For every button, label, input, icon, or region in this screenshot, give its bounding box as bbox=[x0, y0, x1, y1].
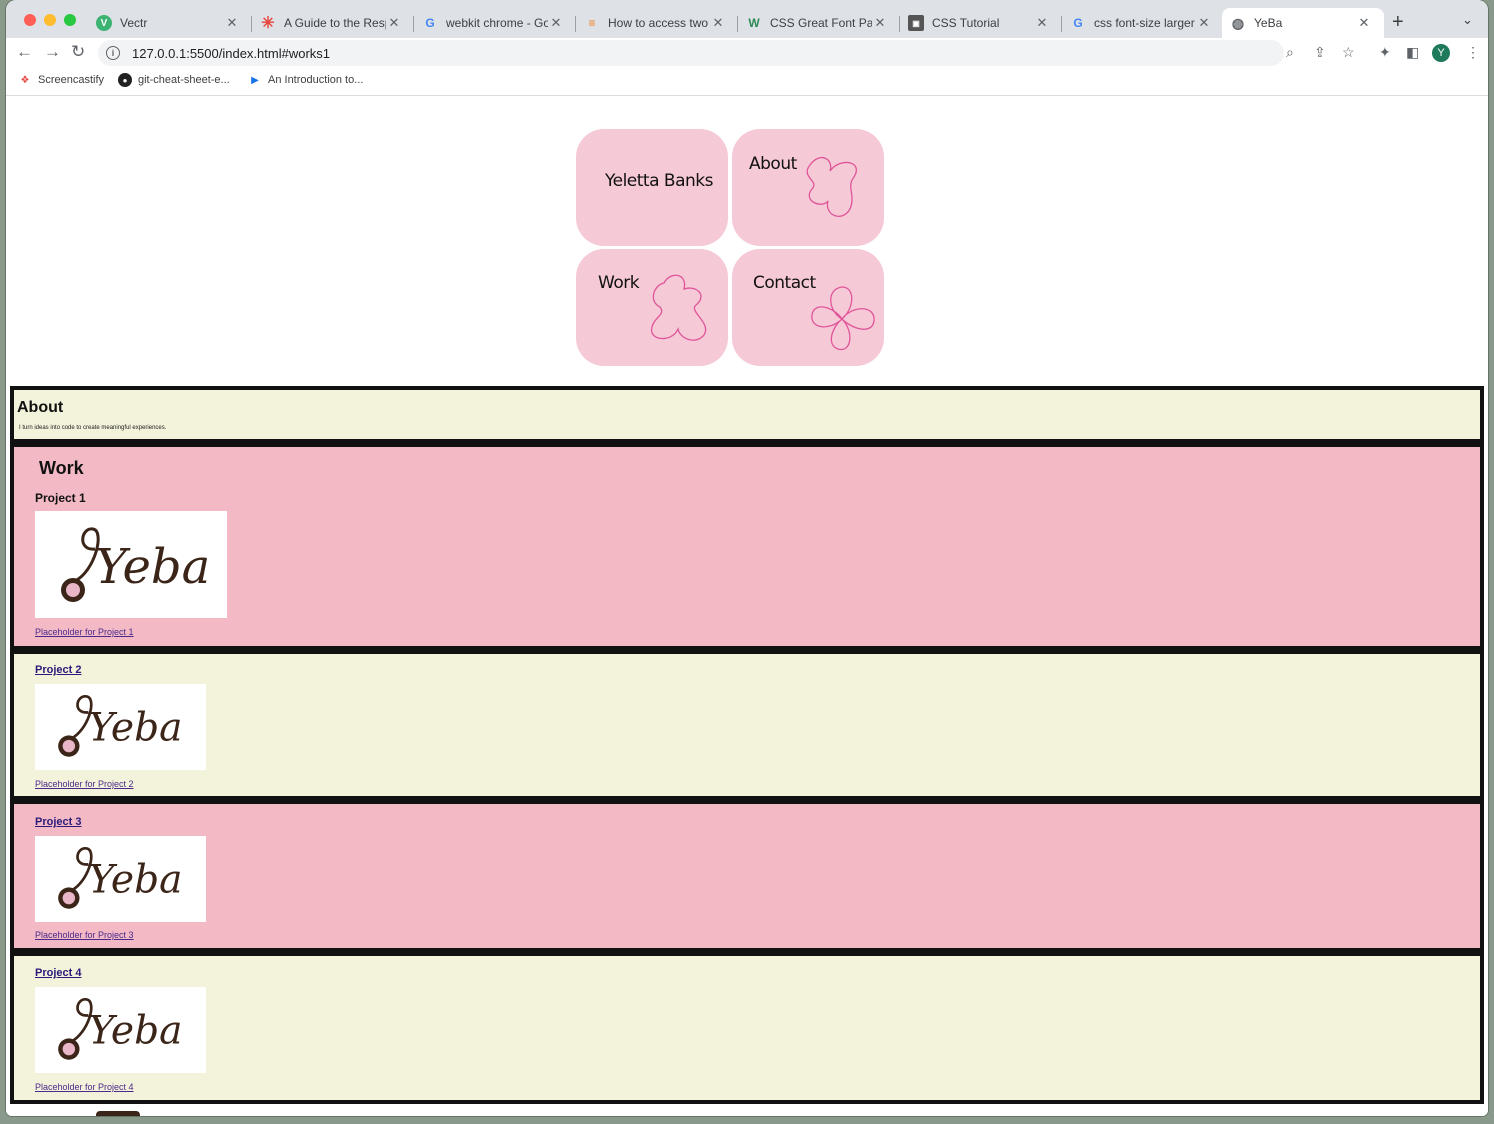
project-3-link[interactable]: Placeholder for Project 3 bbox=[35, 930, 134, 940]
bookmark-introduction[interactable]: ▶ An Introduction to... bbox=[248, 73, 363, 87]
project-3-logo: Yeba bbox=[35, 836, 206, 922]
nav-work-label: Work bbox=[598, 273, 640, 293]
tab-css-tutorial[interactable]: ▣ CSS Tutorial ✕ bbox=[900, 8, 1062, 38]
work-heading: Work bbox=[39, 458, 84, 478]
yeba-logo-icon: Yeba bbox=[58, 847, 182, 909]
url-text[interactable]: 127.0.0.1:5500/index.html#works1 bbox=[132, 46, 330, 61]
site-name: Yeletta Banks bbox=[605, 171, 713, 191]
partial-logo bbox=[96, 1111, 140, 1116]
bookmark-git-cheat-sheet[interactable]: ● git-cheat-sheet-e... bbox=[118, 73, 230, 87]
forward-button[interactable]: → bbox=[44, 42, 61, 62]
google-icon: G bbox=[1073, 16, 1083, 30]
project-3-title[interactable]: Project 3 bbox=[35, 816, 81, 828]
close-icon[interactable]: ✕ bbox=[710, 15, 726, 31]
tab-strip: V Vectr ✕ ✳ A Guide to the Respon ✕ G we… bbox=[6, 0, 1488, 38]
google-icon: G bbox=[425, 16, 435, 30]
stackoverflow-icon: ≡ bbox=[588, 16, 596, 30]
star-icon[interactable]: ☆ bbox=[1342, 44, 1355, 61]
close-icon[interactable]: ✕ bbox=[548, 15, 564, 31]
address-bar[interactable]: i 127.0.0.1:5500/index.html#works1 ⌕ ⇪ ☆ bbox=[98, 40, 1355, 66]
page-content: Yeletta Banks About Work Contact About I… bbox=[6, 96, 1488, 1116]
back-button[interactable]: ← bbox=[16, 42, 33, 62]
minimize-window-button[interactable] bbox=[44, 14, 56, 26]
bookmarks-bar: ❖ Screencastify ● git-cheat-sheet-e... ▶… bbox=[6, 68, 1488, 96]
close-icon[interactable]: ✕ bbox=[1196, 15, 1212, 31]
svg-text:Yeba: Yeba bbox=[88, 706, 182, 751]
about-section: About I turn ideas into code to create m… bbox=[10, 386, 1484, 443]
tab-guide[interactable]: ✳ A Guide to the Respon ✕ bbox=[252, 8, 414, 38]
close-icon[interactable]: ✕ bbox=[1356, 15, 1372, 31]
zoom-window-button[interactable] bbox=[64, 14, 76, 26]
avatar[interactable]: Y bbox=[1432, 44, 1450, 62]
project-4-logo: Yeba bbox=[35, 987, 206, 1073]
project-2-section: Project 2 Yeba Placeholder for Project 2 bbox=[10, 650, 1484, 800]
about-heading: About bbox=[17, 399, 64, 416]
nav-tile-contact[interactable]: Contact bbox=[732, 249, 884, 366]
css-icon: ▣ bbox=[908, 15, 924, 31]
project-2-title[interactable]: Project 2 bbox=[35, 664, 81, 676]
project-3-section: Project 3 Yeba Placeholder for Project 3 bbox=[10, 800, 1484, 952]
screencastify-icon: ❖ bbox=[20, 74, 30, 86]
extensions-icon[interactable]: ✦ bbox=[1379, 44, 1391, 61]
project-4-title[interactable]: Project 4 bbox=[35, 967, 81, 979]
yeba-logo-icon: Yeba bbox=[58, 998, 182, 1060]
tab-font-pairing[interactable]: W CSS Great Font Pairing ✕ bbox=[738, 8, 900, 38]
project-4-section: Project 4 Yeba Placeholder for Project 4 bbox=[10, 952, 1484, 1104]
close-icon[interactable]: ✕ bbox=[224, 15, 240, 31]
w-icon: W bbox=[748, 16, 760, 30]
yeba-logo-icon: Yeba bbox=[58, 695, 182, 757]
side-panel-icon[interactable]: ◧ bbox=[1406, 44, 1419, 61]
globe-icon: ◍ bbox=[1231, 14, 1245, 31]
tab-webkit[interactable]: G webkit chrome - Goog ✕ bbox=[414, 8, 576, 38]
tab-vectr[interactable]: V Vectr ✕ bbox=[88, 8, 252, 38]
svg-text:Yeba: Yeba bbox=[88, 1009, 182, 1054]
flower-icon bbox=[806, 156, 857, 217]
tab-css-font-size[interactable]: G css font-size larger - ( ✕ bbox=[1062, 8, 1224, 38]
yeba-logo-icon: Yeba bbox=[61, 527, 210, 602]
project-4-link[interactable]: Placeholder for Project 4 bbox=[35, 1082, 134, 1092]
project-2-link[interactable]: Placeholder for Project 2 bbox=[35, 779, 134, 789]
tab-yeba[interactable]: ◍ YeBa ✕ bbox=[1222, 8, 1384, 38]
reload-button[interactable]: ↻ bbox=[71, 42, 85, 62]
nav-tile-home[interactable]: Yeletta Banks bbox=[576, 129, 728, 246]
zoom-icon[interactable]: ⌕ bbox=[1286, 44, 1294, 61]
asterisk-icon: ✳ bbox=[261, 15, 275, 32]
share-icon[interactable]: ⇪ bbox=[1314, 44, 1326, 61]
close-icon[interactable]: ✕ bbox=[872, 15, 888, 31]
nav-tile-work[interactable]: Work bbox=[576, 249, 728, 366]
info-icon[interactable]: i bbox=[106, 46, 120, 60]
project-2-logo: Yeba bbox=[35, 684, 206, 770]
nav-about-label: About bbox=[749, 154, 797, 174]
project-1-logo: Yeba bbox=[35, 511, 227, 618]
tab-stackoverflow[interactable]: ≡ How to access two Ide ✕ bbox=[576, 8, 738, 38]
flower-icon bbox=[651, 274, 707, 341]
vectr-icon: V bbox=[96, 15, 112, 31]
svg-text:Yeba: Yeba bbox=[88, 858, 182, 903]
project-1-link[interactable]: Placeholder for Project 1 bbox=[35, 627, 134, 637]
new-tab-button[interactable]: + bbox=[1392, 11, 1404, 34]
browser-window: V Vectr ✕ ✳ A Guide to the Respon ✕ G we… bbox=[6, 0, 1488, 1116]
github-icon: ● bbox=[118, 73, 132, 87]
nav-tile-about[interactable]: About bbox=[732, 129, 884, 246]
toolbar: ← → ↻ i 127.0.0.1:5500/index.html#works1… bbox=[6, 38, 1488, 68]
nav-contact-label: Contact bbox=[753, 273, 816, 293]
chevron-down-icon[interactable]: ⌄ bbox=[1462, 12, 1473, 28]
play-icon: ▶ bbox=[251, 74, 259, 86]
bookmark-screencastify[interactable]: ❖ Screencastify bbox=[18, 73, 105, 87]
close-window-button[interactable] bbox=[24, 14, 36, 26]
flower-icon bbox=[811, 286, 875, 350]
about-text: I turn ideas into code to create meaning… bbox=[19, 425, 167, 431]
close-icon[interactable]: ✕ bbox=[386, 15, 402, 31]
work-section: Work Project 1 Yeba Placeholder for Proj… bbox=[10, 443, 1484, 650]
close-icon[interactable]: ✕ bbox=[1034, 15, 1050, 31]
svg-text:Yeba: Yeba bbox=[95, 539, 210, 595]
project-1-title: Project 1 bbox=[35, 491, 86, 505]
menu-icon[interactable]: ⋮ bbox=[1466, 44, 1480, 61]
